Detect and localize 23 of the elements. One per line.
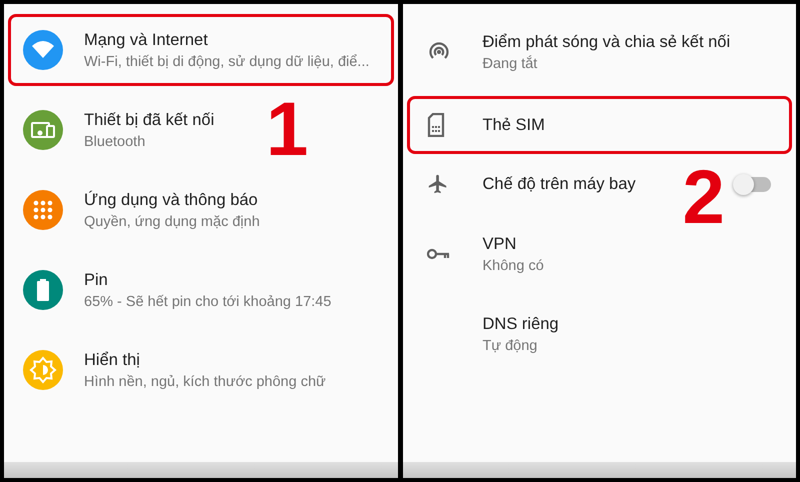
item-title: DNS riêng: [482, 314, 560, 334]
item-title: Thẻ SIM: [482, 116, 546, 134]
item-title: Pin: [84, 270, 109, 290]
item-subtitle: Bluetooth: [84, 134, 146, 150]
item-subtitle: Đang tắt: [482, 56, 538, 72]
step-number: 2: [682, 160, 725, 236]
item-subtitle: 65% - Sẽ hết pin cho tới khoảng 17:45: [84, 294, 332, 310]
item-title: Mạng và Internet: [84, 30, 209, 50]
item-title: Thiết bị đã kết nối: [84, 110, 216, 130]
item-title: Hiển thị: [84, 350, 141, 370]
item-title: VPN: [482, 234, 518, 254]
item-title: Ứng dụng và thông báo: [84, 190, 259, 210]
sim-card-icon: [426, 113, 444, 137]
item-title: Điểm phát sóng và chia sẻ kết nối: [482, 32, 732, 52]
airplane-icon: [426, 173, 448, 195]
key-icon: [426, 247, 450, 261]
item-subtitle: Hình nền, ngủ, kích thước phông chữ: [84, 374, 327, 390]
item-subtitle: Wi-Fi, thiết bị di động, sử dụng dữ liệu, điể...: [84, 54, 370, 70]
item-title: Chế độ trên máy bay: [482, 174, 637, 194]
step-number: 1: [266, 92, 308, 168]
item-subtitle: Quyền, ứng dụng mặc định: [84, 214, 261, 230]
item-subtitle: Không có: [482, 258, 545, 274]
item-subtitle: Tự động: [482, 338, 538, 354]
